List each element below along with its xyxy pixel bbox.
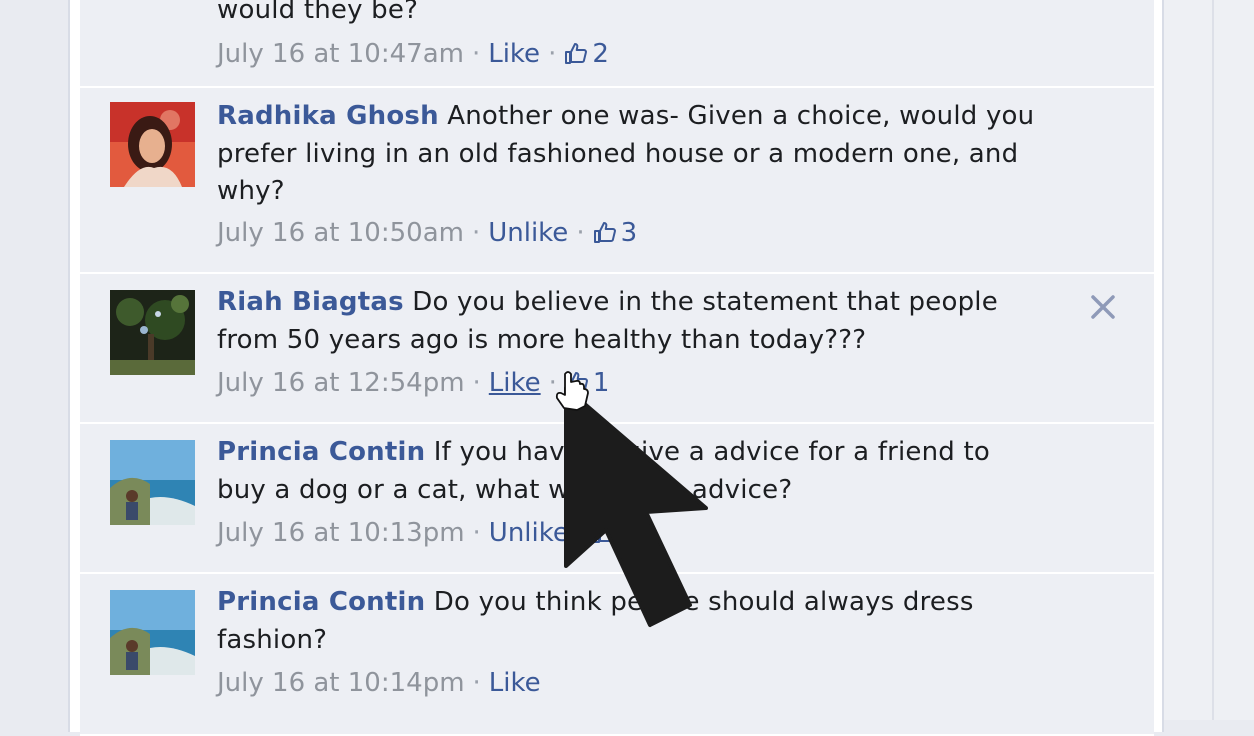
separator: · (576, 518, 586, 548)
separator: · (472, 368, 481, 398)
comment-body: Riah Biagtas Do you believe in the state… (217, 284, 1047, 359)
comment-timestamp[interactable]: July 16 at 10:50am (217, 218, 464, 248)
avatar (110, 0, 195, 7)
avatar[interactable] (110, 290, 195, 375)
comment-meta: July 16 at 10:50am · Unlike · 3 (217, 215, 637, 253)
close-icon[interactable] (1088, 292, 1118, 322)
comment-timestamp[interactable]: July 16 at 10:47am (217, 39, 464, 69)
profile-photo (110, 290, 195, 375)
comment-item: Riah Biagtas Do you believe in the state… (80, 274, 1154, 424)
author-name[interactable]: Riah Biagtas (217, 287, 404, 317)
comment-body: Radhika Ghosh Another one was- Given a c… (217, 98, 1047, 211)
comment-meta: July 16 at 12:54pm · Like · 1 (217, 365, 609, 403)
author-name[interactable]: Radhika Ghosh (217, 101, 439, 131)
avatar[interactable] (110, 102, 195, 187)
like-link[interactable]: Like (488, 39, 540, 69)
comment-timestamp[interactable]: July 16 at 10:13pm (217, 518, 465, 548)
comment-meta: July 16 at 10:47am · Like · 2 (217, 36, 609, 74)
profile-photo (110, 440, 195, 525)
separator: · (548, 39, 557, 69)
author-name[interactable]: Princia Contin (217, 437, 425, 467)
comment-item: Princia Contin Do you think people shoul… (80, 574, 1154, 736)
like-count[interactable]: 1 (593, 368, 610, 398)
comment-body: Princia Contin If you have to give a adv… (217, 434, 1047, 509)
separator: · (472, 668, 481, 698)
comment-text: would they be? (217, 0, 1047, 30)
thumbs-up-icon[interactable] (564, 41, 588, 65)
comment-item-partial: would they be? July 16 at 10:47am · Like · 2 (80, 0, 1154, 88)
comment-meta: July 16 at 10:13pm · Unlike · 1 (217, 515, 638, 553)
separator: · (471, 218, 481, 248)
separator: · (576, 218, 585, 248)
comment-item: Princia Contin If you have to give a adv… (80, 424, 1154, 574)
avatar[interactable] (110, 440, 195, 525)
comment-timestamp[interactable]: July 16 at 12:54pm (217, 368, 465, 398)
thumbs-up-icon[interactable] (565, 370, 589, 394)
comment-item: Radhika Ghosh Another one was- Given a c… (80, 88, 1154, 274)
separator: · (471, 39, 481, 69)
like-count[interactable]: 2 (592, 39, 609, 69)
like-link[interactable]: Like (489, 368, 541, 398)
profile-photo (110, 590, 195, 675)
profile-photo (110, 102, 195, 187)
separator: · (472, 518, 481, 548)
comment-body: Princia Contin Do you think people shoul… (217, 584, 1047, 659)
comment-feed: would they be? July 16 at 10:47am · Like · 2… (68, 0, 1164, 736)
thumbs-up-icon[interactable] (593, 520, 617, 544)
like-count[interactable]: 1 (621, 518, 638, 548)
separator: · (548, 368, 557, 398)
avatar[interactable] (110, 590, 195, 675)
comment-timestamp[interactable]: July 16 at 10:14pm (217, 668, 465, 698)
like-count[interactable]: 3 (621, 218, 638, 248)
right-gutter (1160, 0, 1254, 720)
unlike-link[interactable]: Unlike (488, 218, 568, 248)
author-name[interactable]: Princia Contin (217, 587, 425, 617)
comment-text-tail: would they be? (217, 0, 419, 25)
comment-meta: July 16 at 10:14pm · Like (217, 665, 541, 703)
thumbs-up-icon[interactable] (593, 220, 617, 244)
unlike-link[interactable]: Unlike (489, 518, 569, 548)
like-link[interactable]: Like (489, 668, 541, 698)
